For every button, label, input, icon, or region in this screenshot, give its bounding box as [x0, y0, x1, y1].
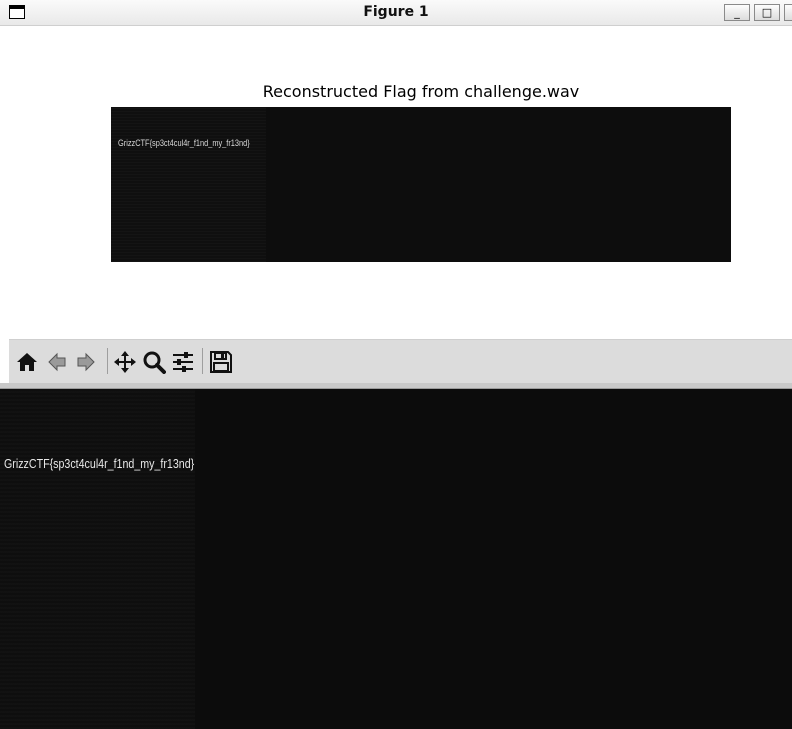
- pan-button[interactable]: [112, 349, 138, 375]
- zoom-button[interactable]: [141, 349, 167, 375]
- minimize-button[interactable]: _: [724, 4, 750, 21]
- forward-button[interactable]: [73, 349, 99, 375]
- pan-icon: [114, 351, 136, 373]
- configure-subplots-icon: [173, 352, 193, 372]
- window-bottom-border: [0, 383, 792, 389]
- image-noise: [111, 107, 266, 262]
- zoom-icon: [143, 351, 166, 374]
- minimize-icon: _: [734, 6, 740, 19]
- forward-icon: [77, 352, 95, 372]
- background-noise: [0, 388, 195, 729]
- configure-subplots-button[interactable]: [170, 349, 196, 375]
- home-button[interactable]: [14, 349, 40, 375]
- navigation-toolbar: [9, 339, 792, 384]
- plot-title: Reconstructed Flag from challenge.wav: [262, 82, 580, 101]
- save-icon: [210, 351, 232, 373]
- maximize-icon: □: [761, 6, 773, 19]
- home-icon: [17, 353, 37, 371]
- toolbar-separator: [202, 348, 203, 374]
- close-button[interactable]: [784, 4, 792, 21]
- save-button[interactable]: [208, 349, 234, 375]
- back-button[interactable]: [44, 349, 70, 375]
- maximize-button[interactable]: □: [754, 4, 780, 21]
- toolbar-separator: [107, 348, 108, 374]
- background-image-viewer: GrizzCTF{sp3ct4cul4r_f1nd_my_fr13nd}: [0, 388, 792, 729]
- plot-image[interactable]: GrizzCTF{sp3ct4cul4r_f1nd_my_fr13nd}: [111, 107, 731, 262]
- figure-window: Figure 1 _ □ Reconstructed Flag from cha…: [0, 0, 792, 389]
- title-bar[interactable]: Figure 1 _ □: [0, 0, 792, 26]
- window-title: Figure 1: [363, 4, 429, 20]
- back-icon: [48, 352, 66, 372]
- image-flag-text: GrizzCTF{sp3ct4cul4r_f1nd_my_fr13nd}: [118, 138, 250, 148]
- background-flag-text: GrizzCTF{sp3ct4cul4r_f1nd_my_fr13nd}: [4, 456, 195, 471]
